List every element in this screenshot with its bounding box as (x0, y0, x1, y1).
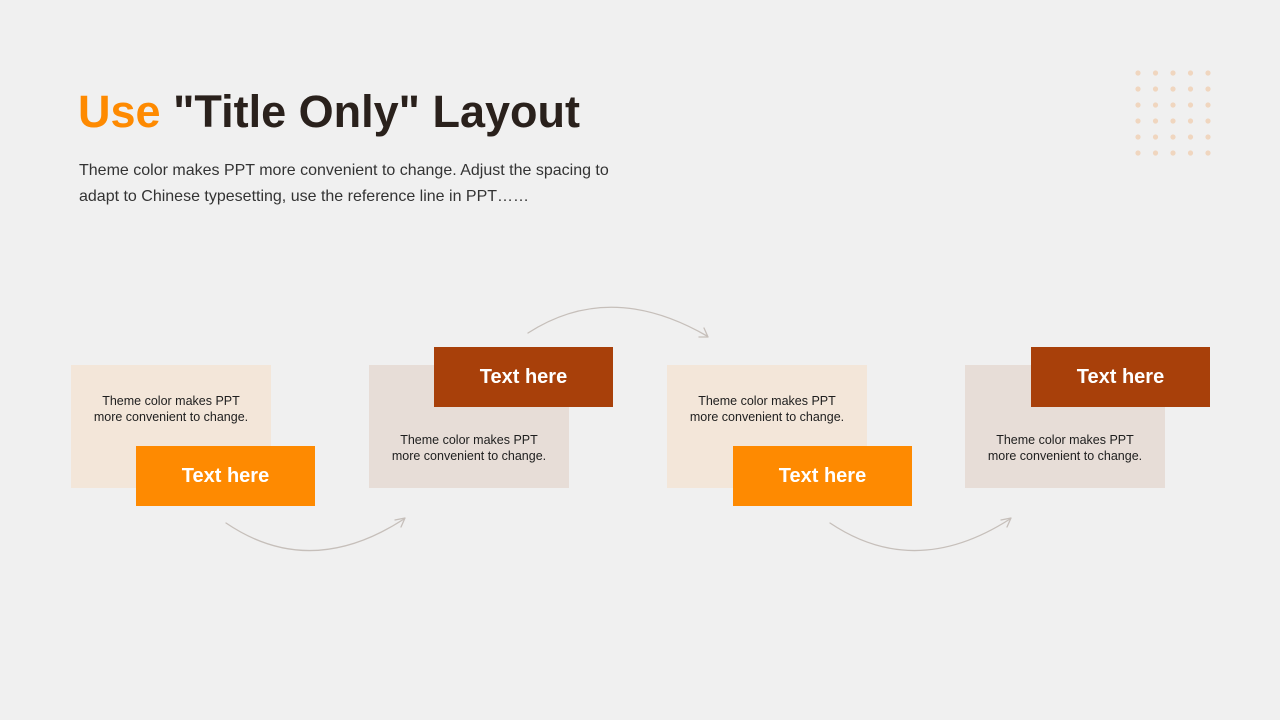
arrow-3-to-4 (829, 518, 1011, 552)
step-2-text: Theme color makes PPT more convenient to… (391, 433, 547, 463)
step-1-text: Theme color makes PPT more convenient to… (93, 394, 249, 424)
step-2-label: Text here (434, 347, 613, 407)
arrow-1-to-2 (225, 518, 405, 552)
arrow-2-to-3 (527, 306, 708, 337)
step-3-text: Theme color makes PPT more convenient to… (689, 394, 845, 424)
step-3-label: Text here (733, 446, 912, 506)
step-4-text: Theme color makes PPT more convenient to… (987, 433, 1143, 463)
step-4-label: Text here (1031, 347, 1210, 407)
step-1-label: Text here (136, 446, 315, 506)
